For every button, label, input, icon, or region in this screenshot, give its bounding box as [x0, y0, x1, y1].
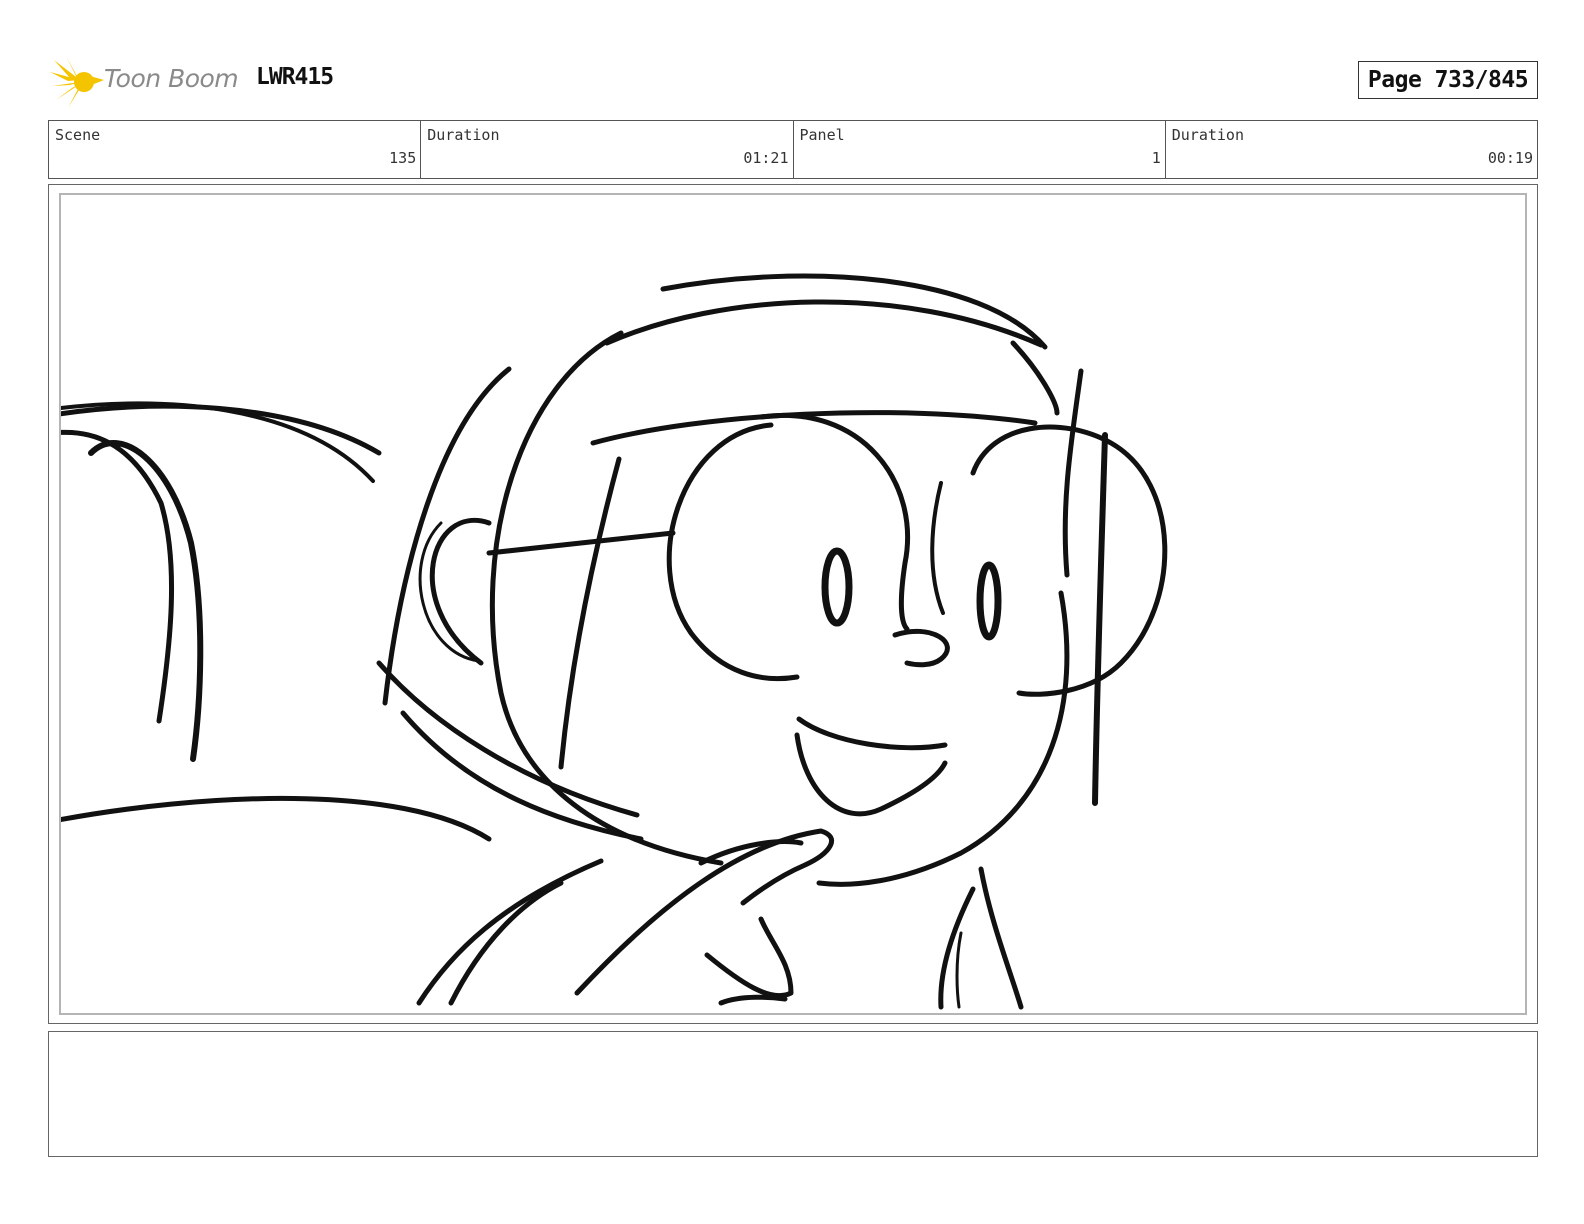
- panel-duration-value: 00:19: [1487, 149, 1533, 167]
- scene-value: 135: [389, 149, 417, 167]
- scene-cell: Scene 135: [49, 121, 422, 178]
- scene-duration-label: Duration: [427, 126, 500, 144]
- panel-cell: Panel 1: [794, 121, 1166, 178]
- scene-duration-value: 01:21: [743, 149, 789, 167]
- logo-star-icon: [50, 56, 104, 108]
- panel-duration-label: Duration: [1171, 126, 1244, 144]
- panel-value: 1: [1151, 149, 1161, 167]
- logo-text: Toon Boom: [104, 64, 239, 93]
- toon-boom-logo: Toon Boom: [50, 54, 240, 110]
- scene-info-strip: Scene 135 Duration 01:21 Panel 1 Duratio…: [48, 120, 1538, 179]
- scene-label: Scene: [55, 126, 101, 144]
- sketch-character-drawing: [61, 273, 1168, 1010]
- storyboard-panel: [48, 184, 1538, 1024]
- panel-duration-cell: Duration 00:19: [1166, 121, 1537, 178]
- panel-image-area: [59, 193, 1527, 1015]
- scene-duration-cell: Duration 01:21: [421, 121, 794, 178]
- panel-notes-box: [48, 1031, 1538, 1157]
- panel-label: Panel: [799, 126, 845, 144]
- page-counter: Page 733/845: [1358, 61, 1538, 99]
- project-code: LWR415: [256, 64, 334, 90]
